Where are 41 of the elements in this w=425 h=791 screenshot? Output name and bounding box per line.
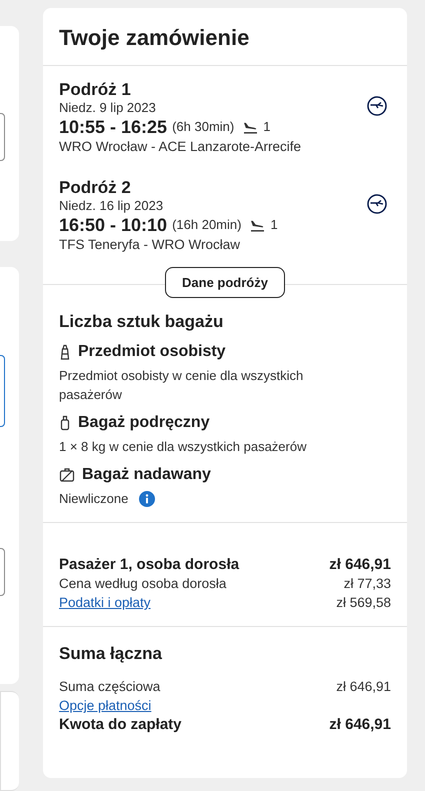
- suitcase-icon: [59, 415, 71, 431]
- baggage-title: Bagaż podręczny: [78, 413, 210, 433]
- flight-duration: (6h 30min): [172, 118, 234, 136]
- flight-duration: (16h 20min): [172, 216, 242, 234]
- price-label: Cena według osoba dorosła: [59, 575, 226, 593]
- bag-icon: [59, 344, 71, 360]
- route-text: WRO Wrocław - ACE Lanzarote-Arrecife: [59, 138, 302, 156]
- baggage-description: 1 × 8 kg w cenie dla wszystkich pasażerów: [59, 438, 306, 456]
- route-text: TFS Teneryfa - WRO Wrocław: [59, 236, 242, 254]
- trip-date: Niedz. 16 lip 2023: [59, 198, 164, 214]
- bird-circle-icon: [367, 96, 387, 116]
- price-label: Pasażer 1, osoba dorosła: [59, 555, 240, 574]
- trip-details-button[interactable]: Dane podróży: [165, 267, 285, 298]
- price-amount: zł 646,91: [329, 715, 391, 734]
- card-title: Twoje zamówienie: [43, 8, 407, 66]
- price-label: Kwota do zapłaty: [59, 715, 182, 734]
- price-amount: zł 646,91: [329, 555, 391, 574]
- trip-date: Niedz. 9 lip 2023: [59, 100, 157, 116]
- payment-options-link[interactable]: Opcje płatności: [59, 696, 152, 715]
- price-amount: zł 646,91: [336, 678, 391, 696]
- flight-times: 10:55 - 16:25: [59, 116, 168, 138]
- crossed-suitcase-icon: [59, 467, 75, 483]
- bird-circle-icon: [367, 194, 387, 214]
- trip-heading: Podróż 1: [59, 80, 132, 100]
- landing-plane-icon: [243, 120, 258, 134]
- baggage-title: Bagaż nadawany: [82, 465, 211, 485]
- info-icon[interactable]: [139, 490, 156, 506]
- baggage-title: Przedmiot osobisty: [78, 342, 226, 362]
- stops-count: 1: [263, 118, 270, 136]
- trip-heading: Podróż 2: [59, 178, 132, 198]
- section-heading: Suma łączna: [59, 643, 163, 665]
- price-amount: zł 77,33: [344, 575, 391, 593]
- flight-times: 16:50 - 10:10: [59, 214, 168, 236]
- price-label: Suma częściowa: [59, 678, 160, 696]
- baggage-description: Niewliczone: [59, 490, 128, 508]
- price-amount: zł 569,58: [336, 594, 391, 612]
- section-heading: Liczba sztuk bagażu: [59, 311, 224, 333]
- stops-count: 1: [270, 216, 278, 234]
- fees-link[interactable]: Podatki i opłaty: [59, 593, 151, 612]
- landing-plane-icon: [250, 218, 266, 232]
- baggage-description: Przedmiot osobisty w cenie dla wszystkich pasażerów: [59, 367, 304, 404]
